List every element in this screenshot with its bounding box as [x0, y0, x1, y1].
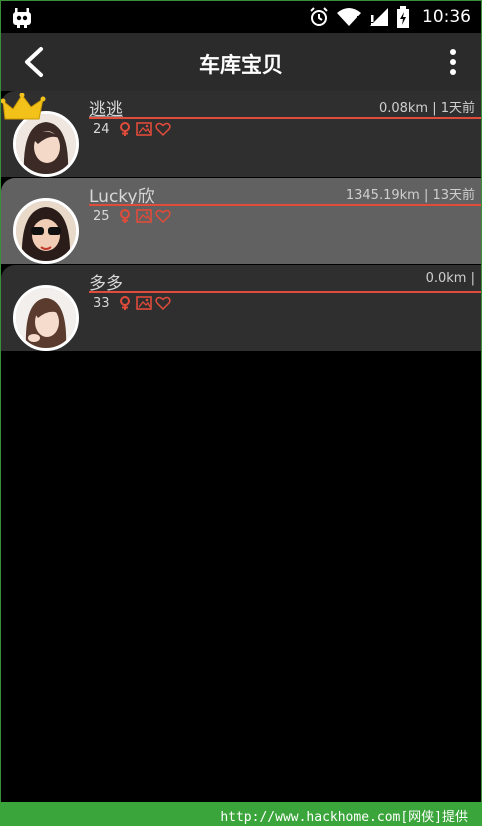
back-arrow-icon[interactable] [19, 46, 49, 78]
divider [89, 291, 481, 293]
user-list: 逃逃 0.08km | 1天前 24 Lucky欣 1345.19km | 13… [1, 91, 481, 352]
distance-time: 0.0km | [425, 271, 475, 286]
distance-time: 1345.19km | 13天前 [345, 188, 475, 203]
user-age: 24 [93, 121, 110, 137]
user-stats: 25 [93, 208, 171, 224]
user-age: 25 [93, 208, 110, 224]
watermark-footer: http://www.hackhome.com[网侠]提供 [0, 802, 482, 826]
list-item[interactable]: Lucky欣 1345.19km | 13天前 25 [1, 178, 481, 264]
female-icon [119, 209, 130, 223]
heart-icon[interactable] [154, 121, 171, 137]
divider [89, 117, 481, 119]
user-stats: 24 [93, 121, 171, 137]
watermark-text: http://www.hackhome.com[网侠]提供 [220, 810, 468, 825]
avatar [13, 198, 79, 264]
app-screen: 10:36 车库宝贝 逃逃 0.08km | 1天前 24 Lucky欣 134… [0, 0, 482, 825]
list-item[interactable]: 逃逃 0.08km | 1天前 24 [1, 91, 481, 177]
photo-icon[interactable] [135, 295, 152, 311]
photo-icon[interactable] [135, 208, 152, 224]
status-bar: 10:36 [1, 1, 481, 33]
heart-icon[interactable] [154, 295, 171, 311]
status-time: 10:36 [422, 7, 471, 27]
battery-charging-icon [397, 6, 409, 28]
signal-icon [370, 8, 388, 26]
avatar [13, 285, 79, 351]
more-options-icon[interactable] [445, 47, 461, 77]
wifi-icon [337, 8, 361, 27]
female-icon [119, 296, 130, 310]
user-stats: 33 [93, 295, 171, 311]
user-age: 33 [93, 295, 110, 311]
page-title: 车库宝贝 [199, 53, 283, 77]
app-notification-icon [13, 8, 31, 28]
divider [89, 204, 481, 206]
crown-icon [1, 93, 46, 120]
heart-icon[interactable] [154, 208, 171, 224]
distance-time: 0.08km | 1天前 [378, 101, 475, 116]
list-item[interactable]: 多多 0.0km | 33 [1, 265, 481, 351]
photo-icon[interactable] [135, 121, 152, 137]
app-bar: 车库宝贝 [1, 33, 481, 91]
female-icon [119, 122, 130, 136]
alarm-icon [310, 7, 328, 26]
